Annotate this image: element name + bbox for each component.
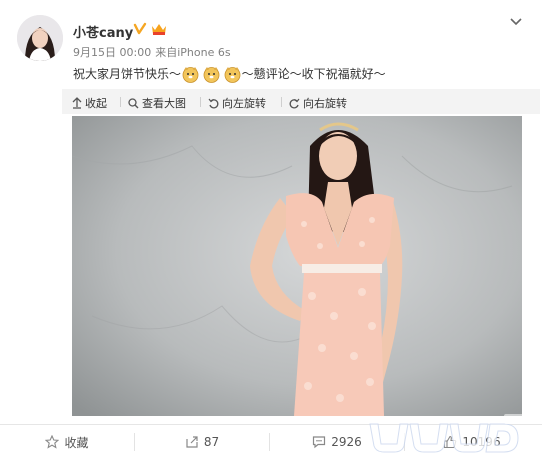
star-icon [45, 435, 60, 449]
divider [120, 97, 121, 107]
comment-button[interactable]: 2926 [270, 425, 404, 459]
rotate-left-label: 向左旋转 [222, 97, 266, 110]
divider [200, 97, 201, 107]
post-text-start: 祝大家月饼节快乐～ [73, 67, 182, 81]
repost-button[interactable]: 87 [135, 425, 269, 459]
emoji-group [182, 66, 241, 83]
action-bar: 收藏 87 2926 10196 [0, 424, 542, 459]
divider [281, 97, 282, 107]
favorite-button[interactable]: 收藏 [0, 425, 134, 459]
rotate-right-icon [289, 98, 300, 108]
post-meta: 9月15日 00:00 来自iPhone 6s [73, 44, 235, 60]
rotate-right-button[interactable]: 向右旋转 [289, 95, 347, 111]
collapse-label: 收起 [85, 97, 107, 110]
rotate-right-label: 向右旋转 [303, 97, 347, 110]
post-text: 祝大家月饼节快乐～ ～戆评论～收下祝福就好～ [73, 65, 386, 83]
post-source[interactable]: iPhone 6s [177, 46, 230, 59]
rotate-left-icon [208, 98, 219, 108]
comment-icon [313, 436, 326, 449]
image-toolbar: 收起 查看大图 向左旋转 向右旋转 [62, 89, 540, 114]
rotate-left-button[interactable]: 向左旋转 [208, 95, 266, 111]
arrow-up-icon [72, 97, 82, 109]
vip-crown-icon[interactable] [151, 22, 167, 36]
view-large-button[interactable]: 查看大图 [128, 95, 186, 111]
collapse-button[interactable]: 收起 [72, 95, 107, 111]
comment-count: 2926 [331, 435, 362, 449]
doge-icon [224, 67, 241, 83]
chevron-down-icon[interactable] [509, 16, 523, 28]
avatar[interactable] [17, 15, 63, 61]
doge-icon [182, 67, 199, 83]
verified-badge-icon [133, 22, 147, 35]
post-text-end: ～戆评论～收下祝福就好～ [241, 67, 386, 81]
like-button[interactable]: 10196 [405, 425, 539, 459]
favorite-label: 收藏 [64, 435, 89, 450]
search-icon [128, 97, 139, 108]
repost-icon [186, 436, 198, 448]
like-count: 10196 [462, 435, 501, 449]
thumbs-up-icon [444, 435, 457, 449]
weibo-post-card: 小苍cany 9月15日 00:00 来自iPhone 6s 祝大家月饼节快乐～ … [0, 0, 542, 459]
source-prefix: 来自 [155, 46, 178, 59]
view-large-label: 查看大图 [142, 97, 186, 110]
repost-count: 87 [203, 435, 220, 449]
post-date[interactable]: 9月15日 00:00 [73, 46, 151, 59]
doge-icon [203, 67, 220, 83]
username[interactable]: 小苍cany [73, 22, 133, 41]
post-photo[interactable] [72, 116, 522, 416]
